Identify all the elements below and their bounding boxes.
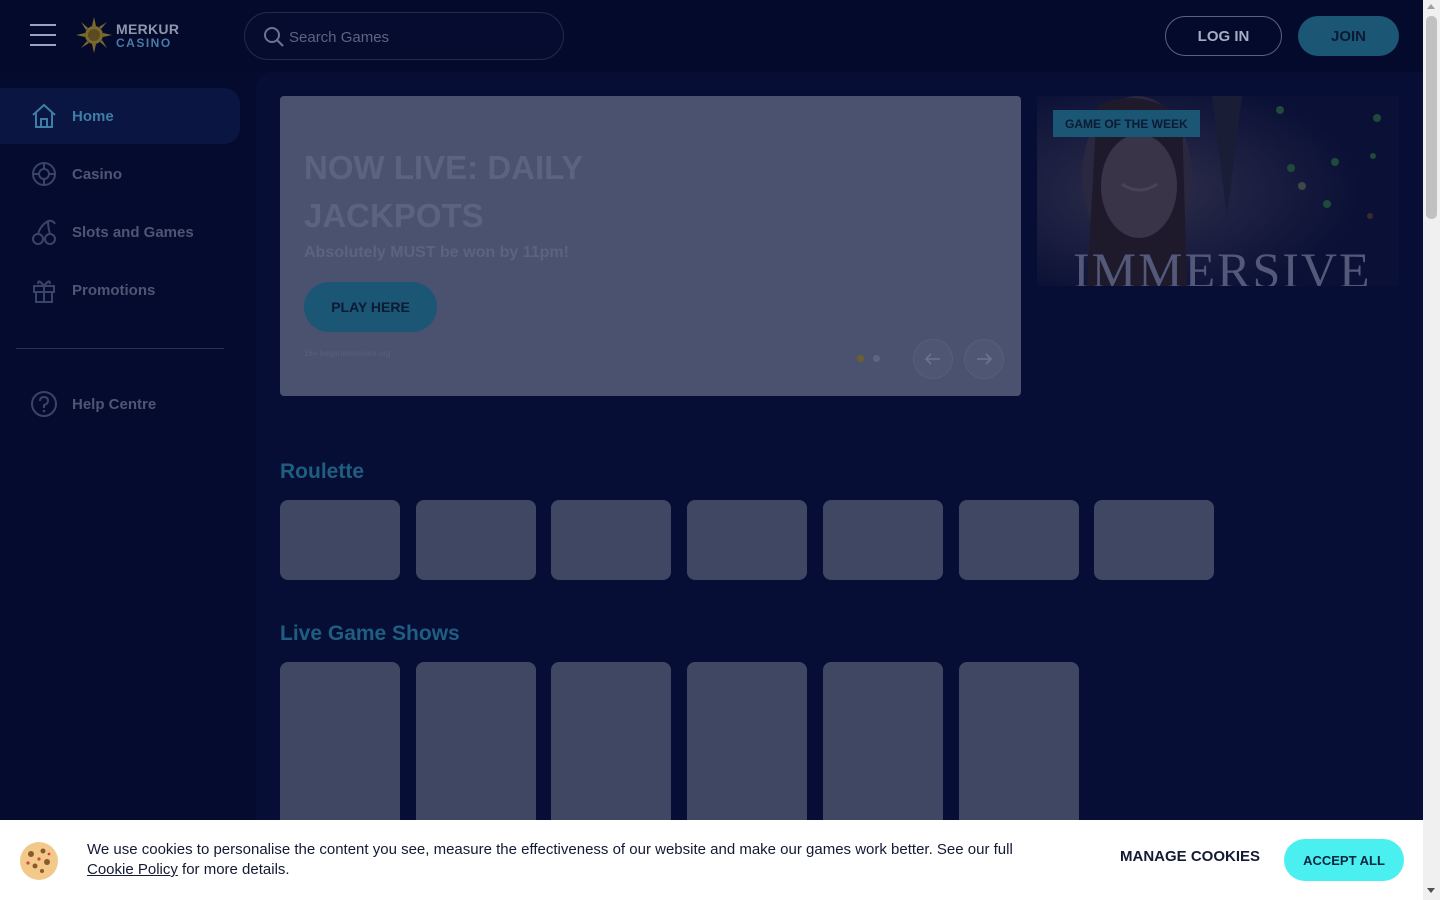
- carousel-dot-active[interactable]: [857, 355, 864, 362]
- sidebar: Home Casino Slots and Games Promotions H…: [0, 72, 256, 900]
- game-tile[interactable]: [687, 662, 808, 832]
- logo-text-merkur: MERKUR: [116, 21, 180, 37]
- sidebar-item-slots[interactable]: Slots and Games: [0, 204, 240, 260]
- sun-logo-icon: [76, 17, 112, 53]
- section-title-roulette: Roulette: [280, 460, 364, 483]
- cookie-icon: [20, 842, 58, 880]
- sidebar-help-label: Help Centre: [72, 395, 157, 413]
- merkur-casino-logo[interactable]: MERKUR CASINO: [76, 17, 180, 55]
- game-tile[interactable]: [822, 662, 943, 832]
- sidebar-divider: [16, 348, 224, 349]
- sidebar-item-label: Slots and Games: [72, 223, 194, 241]
- arrow-left-icon: [925, 353, 940, 365]
- game-tile[interactable]: [1094, 500, 1215, 580]
- game-tile[interactable]: [958, 500, 1079, 580]
- search-box[interactable]: [244, 12, 564, 60]
- game-of-the-week-title: IMMERSIVE: [1073, 242, 1372, 286]
- menu-icon[interactable]: [30, 24, 58, 48]
- hero-legal-text: 18+ begambleaware.org: [304, 349, 391, 358]
- cookie-text-after: for more details.: [182, 861, 290, 878]
- main-content: NOW LIVE: DAILY JACKPOTS Absolutely MUST…: [256, 72, 1423, 900]
- gift-icon: [33, 280, 55, 303]
- section-title-live-game-shows: Live Game Shows: [280, 622, 460, 645]
- login-button[interactable]: LOG IN: [1165, 16, 1282, 56]
- scroll-down-arrow-icon[interactable]: [1427, 888, 1435, 893]
- scrollbar-thumb[interactable]: [1426, 16, 1437, 219]
- game-tile[interactable]: [415, 500, 536, 580]
- game-tile[interactable]: [822, 500, 943, 580]
- manage-cookies-button[interactable]: MANAGE COOKIES: [1120, 848, 1260, 865]
- logo-text-casino: CASINO: [116, 36, 172, 50]
- game-tile[interactable]: [280, 500, 400, 580]
- cookie-message: We use cookies to personalise the conten…: [87, 840, 1097, 880]
- sidebar-item-label: Casino: [72, 165, 123, 183]
- game-tile[interactable]: [551, 662, 672, 832]
- cookie-text: We use cookies to personalise the conten…: [87, 841, 1013, 858]
- play-here-button[interactable]: PLAY HERE: [304, 282, 437, 332]
- page-scrollbar[interactable]: [1423, 0, 1440, 900]
- game-of-the-week-badge: GAME OF THE WEEK: [1053, 110, 1200, 137]
- game-of-the-week-card[interactable]: GAME OF THE WEEK IMMERSIVE: [1037, 96, 1399, 286]
- cookie-policy-link[interactable]: Cookie Policy: [87, 861, 178, 878]
- help-icon: [31, 391, 57, 417]
- game-tile[interactable]: [280, 662, 400, 832]
- cookie-banner: We use cookies to personalise the conten…: [0, 820, 1423, 900]
- arrow-right-icon: [977, 353, 992, 365]
- search-input[interactable]: [289, 25, 549, 49]
- hero-subtitle: Absolutely MUST be won by 11pm!: [304, 244, 569, 261]
- game-tile[interactable]: [958, 662, 1079, 832]
- accept-all-button[interactable]: ACCEPT ALL: [1284, 839, 1404, 881]
- sidebar-item-promotions[interactable]: Promotions: [0, 262, 240, 318]
- carousel-prev-button[interactable]: [913, 339, 953, 379]
- game-tile[interactable]: [687, 500, 808, 580]
- carousel-next-button[interactable]: [964, 339, 1004, 379]
- sidebar-item-label: Promotions: [72, 281, 156, 299]
- sidebar-item-help[interactable]: Help Centre: [0, 376, 240, 432]
- join-button[interactable]: JOIN: [1298, 16, 1399, 56]
- sidebar-item-casino[interactable]: Casino: [0, 146, 240, 202]
- sidebar-item-label: Home: [72, 107, 114, 125]
- top-header: MERKUR CASINO LOG IN JOIN: [0, 0, 1423, 72]
- home-icon: [32, 103, 56, 128]
- scroll-up-arrow-icon[interactable]: [1427, 4, 1435, 9]
- roulette-icon: [32, 162, 56, 186]
- game-tile[interactable]: [551, 500, 672, 580]
- hero-title: NOW LIVE: DAILY JACKPOTS: [304, 149, 583, 234]
- carousel-dot[interactable]: [873, 355, 880, 362]
- game-tile[interactable]: [415, 662, 536, 832]
- sidebar-item-home[interactable]: Home: [0, 88, 240, 144]
- search-icon: [264, 27, 284, 47]
- cherries-icon: [32, 219, 56, 245]
- hero-banner[interactable]: NOW LIVE: DAILY JACKPOTS Absolutely MUST…: [280, 96, 1021, 396]
